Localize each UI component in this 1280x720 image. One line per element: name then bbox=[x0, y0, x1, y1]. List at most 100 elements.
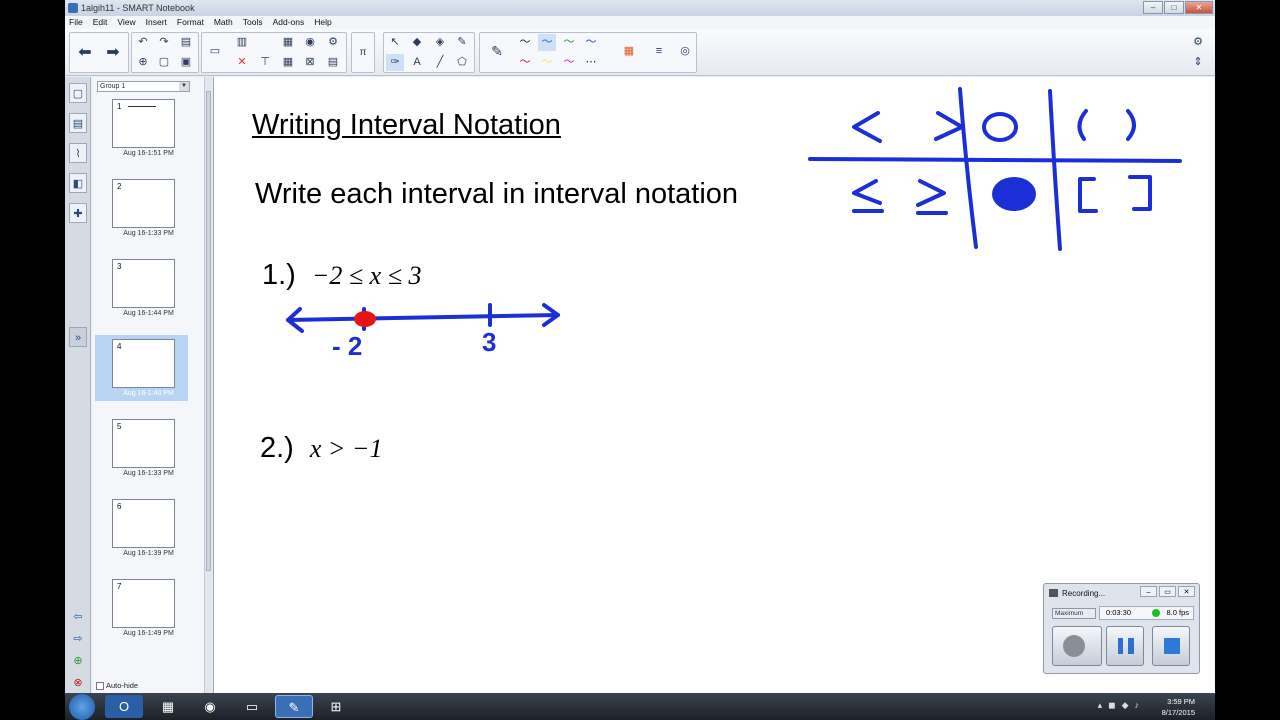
page-label: Aug 16-1:51 PM bbox=[123, 150, 174, 157]
next-page-icon[interactable]: ➡ bbox=[104, 44, 122, 61]
menu-view[interactable]: View bbox=[117, 16, 135, 29]
maximize-button[interactable]: □ bbox=[1164, 1, 1184, 14]
page-label: Aug 16-1:33 PM bbox=[123, 230, 174, 237]
sorter-scrollbar[interactable] bbox=[204, 77, 212, 693]
menu-insert[interactable]: Insert bbox=[146, 16, 167, 29]
delete-page-side-icon[interactable]: ⊗ bbox=[69, 673, 87, 693]
outlook-taskbar-icon[interactable]: O bbox=[105, 695, 143, 718]
network-app-taskbar-icon[interactable]: ⊞ bbox=[317, 695, 355, 718]
auto-hide-label: Auto-hide bbox=[106, 681, 139, 690]
magic-pen-icon[interactable]: ✎ bbox=[453, 34, 471, 51]
clock-date: 8/17/2015 bbox=[1161, 708, 1195, 717]
menu-help[interactable]: Help bbox=[314, 16, 331, 29]
page-thumbnail-selected[interactable]: 4 bbox=[112, 339, 175, 388]
pen-style-red-icon[interactable]: 〜 bbox=[516, 54, 534, 71]
minimize-button[interactable]: – bbox=[1143, 1, 1163, 14]
doc-camera-icon[interactable]: ◉ bbox=[301, 34, 319, 51]
math-tools-icon[interactable]: π bbox=[354, 44, 372, 61]
ink-open-bracket bbox=[1078, 177, 1098, 213]
properties-icon[interactable]: ▤ bbox=[324, 54, 342, 71]
pen-style-yellow-icon[interactable]: 〜 bbox=[538, 54, 556, 71]
menu-file[interactable]: File bbox=[69, 16, 83, 29]
color-palette-icon[interactable]: ▦ bbox=[620, 43, 638, 60]
addons-tab-icon[interactable]: ✚ bbox=[69, 203, 87, 223]
save-icon[interactable]: ▣ bbox=[177, 54, 195, 71]
page-icon[interactable]: ▢ bbox=[155, 54, 173, 71]
fullscreen-icon[interactable]: ⊠ bbox=[301, 54, 319, 71]
recording-quality-select[interactable]: Maximum bbox=[1052, 608, 1096, 619]
page-thumbnail[interactable]: 7 bbox=[112, 579, 175, 628]
line-width-icon[interactable]: ≡ bbox=[650, 43, 668, 60]
menu-format[interactable]: Format bbox=[177, 16, 204, 29]
shapes-icon[interactable]: ⬠ bbox=[453, 54, 471, 71]
record-button[interactable] bbox=[1052, 626, 1102, 666]
pen-style-black-icon[interactable]: 〜 bbox=[516, 34, 534, 51]
auto-hide-checkbox[interactable]: Auto-hide bbox=[96, 681, 139, 691]
line-icon[interactable]: ╱ bbox=[431, 54, 449, 71]
gallery-tab-icon[interactable]: ▤ bbox=[69, 113, 87, 133]
select-icon[interactable]: ↖ bbox=[386, 34, 404, 51]
eraser-icon[interactable]: ◈ bbox=[431, 34, 449, 51]
undo-icon[interactable]: ↶ bbox=[134, 34, 152, 51]
recorder-minimize-icon[interactable]: – bbox=[1140, 586, 1157, 597]
open-icon[interactable]: ▤ bbox=[177, 34, 195, 51]
explorer-taskbar-icon[interactable]: ▭ bbox=[233, 695, 271, 718]
forward-arrow-icon[interactable]: ⇨ bbox=[69, 629, 87, 649]
pen-style-blue-icon[interactable]: 〜 bbox=[538, 34, 556, 51]
settings-gear-icon[interactable]: ⚙ bbox=[1189, 34, 1207, 51]
add-page-icon[interactable]: ⊕ bbox=[134, 54, 152, 71]
toolbar: ⬅ ➡ ↶ ↷ ▤ ⊕ ▢ ▣ ▭ ▥ ✕ ⊤ ▦ ▦ ◉ ⊠ ⚙ ▤ π ↖ bbox=[65, 29, 1215, 76]
taskbar-clock[interactable]: 3:59 PM 8/17/2015 bbox=[1162, 696, 1195, 718]
fill-icon[interactable]: ◆ bbox=[408, 34, 426, 51]
gallery-icon[interactable]: ⚙ bbox=[324, 34, 342, 51]
page-thumbnail[interactable]: 6 bbox=[112, 499, 175, 548]
page-thumbnail[interactable]: 2 bbox=[112, 179, 175, 228]
start-button-icon[interactable] bbox=[69, 694, 95, 720]
scrollbar-thumb[interactable] bbox=[206, 91, 211, 571]
menu-edit[interactable]: Edit bbox=[93, 16, 108, 29]
properties-tab-icon[interactable]: ◧ bbox=[69, 173, 87, 193]
screen-shade-icon[interactable]: ⊤ bbox=[256, 54, 274, 71]
pen-style-darkblue-icon[interactable]: 〜 bbox=[582, 34, 600, 51]
capture-icon[interactable]: ▦ bbox=[279, 34, 297, 51]
menu-addons[interactable]: Add-ons bbox=[273, 16, 305, 29]
page-sorter-tab-icon[interactable]: ▢ bbox=[69, 83, 87, 103]
page-thumbnail[interactable]: 3 bbox=[112, 259, 175, 308]
pen-style-magenta-icon[interactable]: 〜 bbox=[560, 54, 578, 71]
menu-math[interactable]: Math bbox=[214, 16, 233, 29]
previous-page-icon[interactable]: ⬅ bbox=[76, 44, 94, 61]
expand-panel-icon[interactable]: » bbox=[69, 327, 87, 347]
display-icon[interactable]: ▭ bbox=[206, 43, 224, 60]
page-thumbnail[interactable]: 5 bbox=[112, 419, 175, 468]
page-thumbnail[interactable]: 1 bbox=[112, 99, 175, 148]
pause-button[interactable] bbox=[1106, 626, 1144, 666]
text-icon[interactable]: A bbox=[408, 54, 426, 71]
calculator-taskbar-icon[interactable]: ▦ bbox=[149, 695, 187, 718]
delete-icon[interactable]: ✕ bbox=[233, 54, 251, 71]
pen-style-dotted-icon[interactable]: ⋯ bbox=[582, 54, 600, 71]
smart-notebook-taskbar-icon[interactable]: ✎ bbox=[275, 695, 313, 718]
system-tray-icons[interactable]: ▴◼◆♪ bbox=[1098, 700, 1145, 711]
paste-icon[interactable]: ▥ bbox=[233, 34, 251, 51]
pen-style-green-icon[interactable]: 〜 bbox=[560, 34, 578, 51]
stop-button[interactable] bbox=[1152, 626, 1190, 666]
chrome-taskbar-icon[interactable]: ◉ bbox=[191, 695, 229, 718]
recorder-close-icon[interactable]: ✕ bbox=[1178, 586, 1195, 597]
table-icon[interactable]: ▦ bbox=[279, 54, 297, 71]
menu-tools[interactable]: Tools bbox=[243, 16, 263, 29]
pens-icon[interactable]: ✑ bbox=[386, 54, 404, 71]
add-page-side-icon[interactable]: ⊕ bbox=[69, 651, 87, 671]
page-number: 2 bbox=[117, 182, 122, 191]
move-toolbar-icon[interactable]: ⇕ bbox=[1189, 54, 1207, 71]
transparency-icon[interactable]: ◎ bbox=[676, 43, 694, 60]
redo-icon[interactable]: ↷ bbox=[155, 34, 173, 51]
ink-table-hline bbox=[808, 157, 1182, 163]
attachments-tab-icon[interactable]: ⌇ bbox=[69, 143, 87, 163]
pen-icon[interactable]: ✎ bbox=[488, 43, 506, 60]
checkbox-box bbox=[96, 682, 104, 691]
numberline-label-3: 3 bbox=[482, 327, 497, 357]
group-select[interactable]: Group 1 ▼ bbox=[97, 81, 190, 92]
recorder-restore-icon[interactable]: ▭ bbox=[1159, 586, 1176, 597]
close-button[interactable]: ✕ bbox=[1185, 1, 1213, 14]
back-arrow-icon[interactable]: ⇦ bbox=[69, 607, 87, 627]
